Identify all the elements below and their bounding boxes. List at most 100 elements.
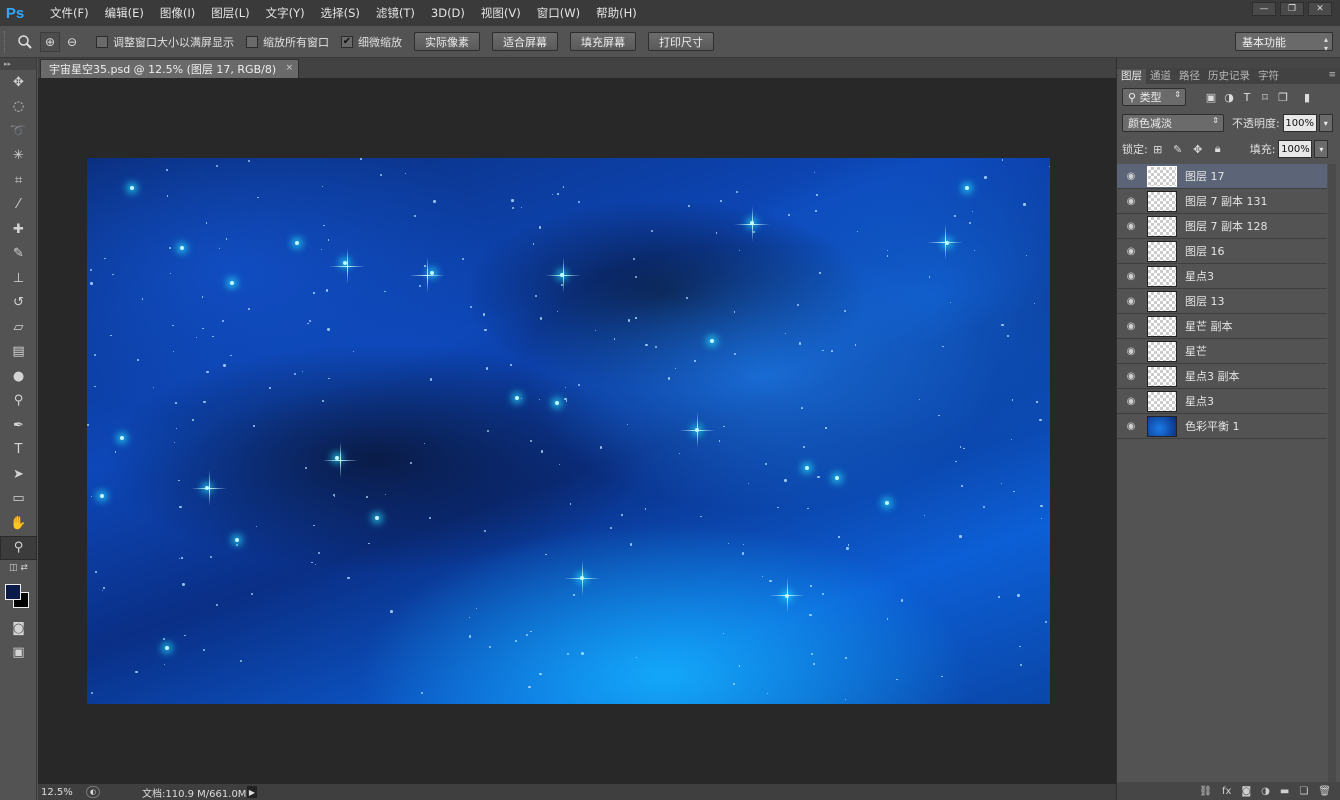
layers-scrollbar[interactable] (1328, 164, 1336, 782)
fx-icon[interactable]: fx (1222, 786, 1231, 797)
restore-button[interactable]: ❐ (1280, 2, 1304, 16)
layer-row[interactable]: ◉ 星点3 (1117, 264, 1327, 289)
layer-name[interactable]: 图层 7 副本 131 (1185, 193, 1267, 209)
shape-filter-icon[interactable]: ⌑ (1256, 91, 1274, 104)
layer-thumbnail[interactable] (1147, 265, 1177, 287)
zoom-level[interactable]: 12.5% (38, 787, 86, 798)
layer-row[interactable]: ◉ 色彩平衡 1 (1117, 414, 1327, 439)
opacity-input[interactable]: 100% (1282, 114, 1317, 132)
layer-thumbnail[interactable] (1147, 215, 1177, 237)
lock-position-icon[interactable]: ✥ (1188, 143, 1208, 156)
layer-name[interactable]: 星点3 (1185, 268, 1214, 284)
magnifier-icon[interactable] (10, 31, 40, 53)
layer-thumbnail[interactable] (1147, 190, 1177, 212)
status-info-icon[interactable]: ◐ (86, 786, 100, 798)
layer-name[interactable]: 星点3 副本 (1185, 368, 1240, 384)
actual-pixels-button[interactable]: 实际像素 (414, 32, 480, 51)
layer-row[interactable]: ◉ 图层 7 副本 131 (1117, 189, 1327, 214)
visibility-eye-icon[interactable]: ◉ (1117, 321, 1145, 332)
crop-tool-icon[interactable]: ⌗ (0, 168, 37, 193)
healing-brush-tool-icon[interactable]: ✚ (0, 217, 37, 242)
layer-row[interactable]: ◉ 图层 7 副本 128 (1117, 214, 1327, 239)
history-brush-tool-icon[interactable]: ↺ (0, 291, 37, 316)
panel-header-strip[interactable] (1117, 58, 1340, 68)
layer-thumbnail[interactable] (1147, 340, 1177, 362)
layer-row[interactable]: ◉ 图层 13 (1117, 289, 1327, 314)
eraser-tool-icon[interactable]: ▱ (0, 315, 37, 340)
filter-toggle-icon[interactable]: ▮ (1298, 91, 1316, 104)
layer-thumbnail[interactable] (1147, 365, 1177, 387)
link-icon[interactable]: ⛓ (1199, 786, 1212, 797)
path-selection-tool-icon[interactable]: ➤ (0, 462, 37, 487)
chevron-down-icon[interactable]: ▾ (1314, 140, 1329, 158)
swap-colors-icon[interactable]: ◫ ⇄ (0, 560, 37, 576)
tab-layers[interactable]: 图层 (1117, 69, 1146, 84)
adjustment-filter-icon[interactable]: ◑ (1220, 91, 1238, 104)
fill-input[interactable]: 100% (1278, 140, 1313, 158)
adjustment-icon[interactable]: ◑ (1261, 786, 1270, 797)
zoom-tool-icon[interactable]: ⚲ (0, 535, 37, 560)
tab-paths[interactable]: 路径 (1175, 69, 1204, 84)
lock-all-icon[interactable]: 🔒︎ (1208, 142, 1228, 156)
fill-screen-button[interactable]: 填充屏幕 (570, 32, 636, 51)
minimize-button[interactable]: — (1252, 2, 1276, 16)
foreground-color-swatch[interactable] (5, 584, 21, 600)
visibility-eye-icon[interactable]: ◉ (1117, 421, 1145, 432)
canvas-area[interactable] (38, 78, 1116, 784)
checkbox-box[interactable] (96, 35, 108, 48)
menu-select[interactable]: 选择(S) (313, 0, 368, 26)
layer-name[interactable]: 星点3 (1185, 393, 1214, 409)
tab-channels[interactable]: 通道 (1146, 69, 1175, 84)
menu-type[interactable]: 文字(Y) (258, 0, 313, 26)
visibility-eye-icon[interactable]: ◉ (1117, 221, 1145, 232)
blur-tool-icon[interactable]: ● (0, 364, 37, 389)
eyedropper-tool-icon[interactable]: ⁄ (0, 193, 37, 218)
close-tab-icon[interactable]: × (286, 63, 294, 73)
lock-pixels-icon[interactable]: ✎ (1168, 143, 1188, 156)
visibility-eye-icon[interactable]: ◉ (1117, 196, 1145, 207)
menu-help[interactable]: 帮助(H) (588, 0, 645, 26)
zoom-all-windows-checkbox[interactable]: 缩放所有窗口 (246, 34, 329, 50)
layer-name[interactable]: 色彩平衡 1 (1185, 418, 1240, 434)
menu-image[interactable]: 图像(I) (152, 0, 203, 26)
resize-windows-checkbox[interactable]: 调整窗口大小以满屏显示 (96, 34, 234, 50)
marquee-tool-icon[interactable]: ◌ (0, 95, 37, 120)
menu-edit[interactable]: 编辑(E) (97, 0, 152, 26)
move-tool-icon[interactable]: ✥ (0, 70, 37, 95)
visibility-eye-icon[interactable]: ◉ (1117, 171, 1145, 182)
tab-character[interactable]: 字符 (1254, 69, 1283, 84)
scrubby-zoom-checkbox[interactable]: ✔ 细微缩放 (341, 34, 402, 50)
layer-name[interactable]: 星芒 副本 (1185, 318, 1233, 334)
layer-thumbnail[interactable] (1147, 415, 1177, 437)
smart-object-filter-icon[interactable]: ❐ (1274, 91, 1292, 104)
visibility-eye-icon[interactable]: ◉ (1117, 371, 1145, 382)
layer-row[interactable]: ◉ 星芒 (1117, 339, 1327, 364)
layer-thumbnail[interactable] (1147, 290, 1177, 312)
layer-thumbnail[interactable] (1147, 165, 1177, 187)
menu-filter[interactable]: 滤镜(T) (368, 0, 423, 26)
print-size-button[interactable]: 打印尺寸 (648, 32, 714, 51)
chevron-down-icon[interactable]: ▾ (1318, 114, 1333, 132)
type-tool-icon[interactable]: T (0, 438, 37, 463)
layer-row[interactable]: ◉ 图层 16 (1117, 239, 1327, 264)
group-icon[interactable]: ▬ (1280, 786, 1289, 797)
tools-panel-header[interactable]: ▸▸ (0, 58, 36, 70)
visibility-eye-icon[interactable]: ◉ (1117, 396, 1145, 407)
close-button[interactable]: ✕ (1308, 2, 1332, 16)
new-layer-icon[interactable]: ❏ (1299, 786, 1308, 797)
zoom-in-icon[interactable]: ⊕ (40, 31, 60, 52)
layer-row[interactable]: ◉ 图层 17 (1117, 164, 1327, 189)
checkbox-box[interactable] (246, 35, 258, 48)
layer-thumbnail[interactable] (1147, 315, 1177, 337)
mask-icon[interactable]: ◙ (1241, 786, 1251, 797)
document-tab[interactable]: 宇宙星空35.psd @ 12.5% (图层 17, RGB/8) × (40, 59, 300, 78)
menu-3d[interactable]: 3D(D) (423, 0, 473, 26)
image-filter-icon[interactable]: ▣ (1202, 91, 1220, 104)
rectangle-tool-icon[interactable]: ▭ (0, 487, 37, 512)
menu-window[interactable]: 窗口(W) (529, 0, 588, 26)
workspace-select[interactable]: 基本功能 ▴ ▾ (1235, 32, 1333, 53)
blend-mode-select[interactable]: 颜色减淡 ⇕ (1122, 114, 1224, 132)
lasso-tool-icon[interactable]: ➰ (0, 119, 37, 144)
menu-layer[interactable]: 图层(L) (203, 0, 257, 26)
menu-view[interactable]: 视图(V) (473, 0, 529, 26)
